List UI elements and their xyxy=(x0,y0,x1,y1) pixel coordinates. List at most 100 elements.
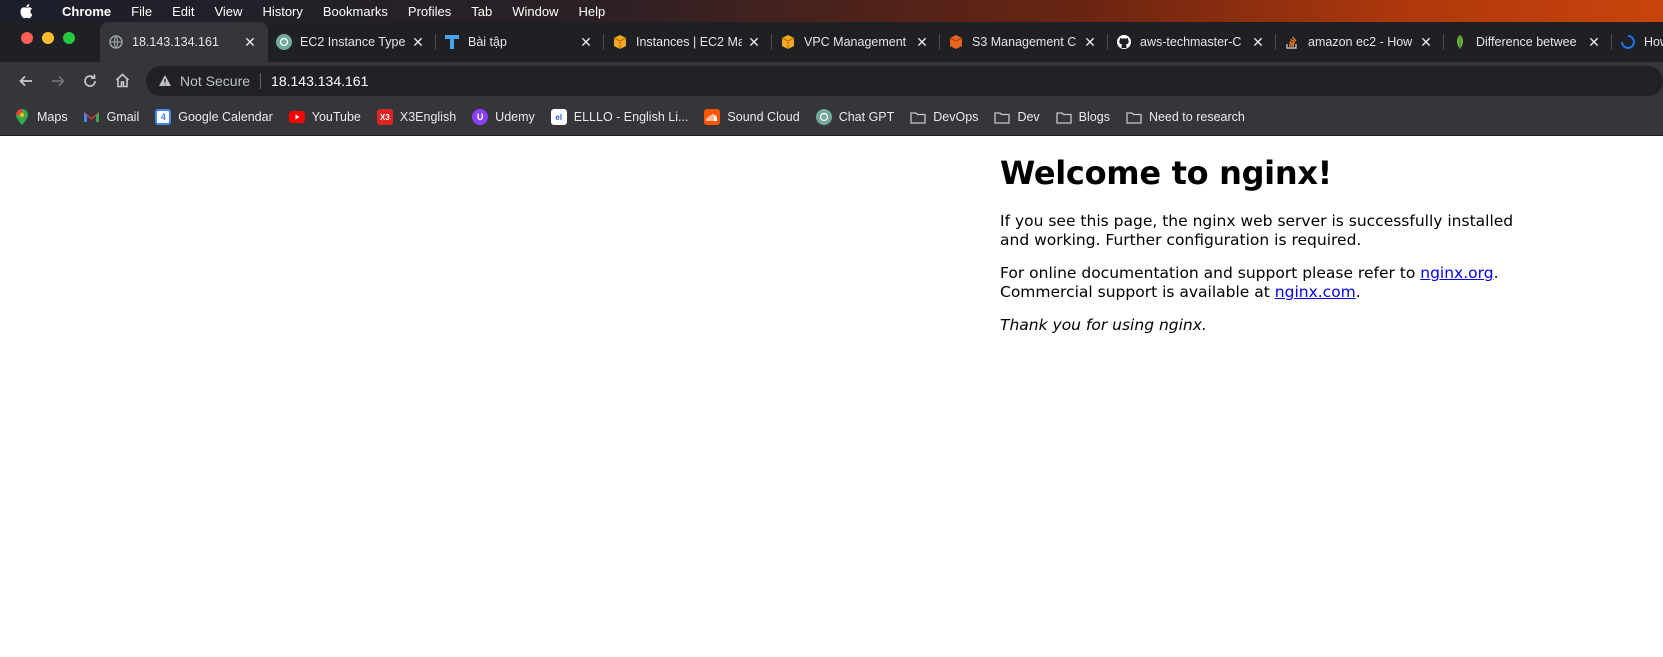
bookmarks-bar: Maps Gmail 4 Google Calendar YouTube X3 … xyxy=(0,99,1663,136)
commercial-text: Commercial support is available at xyxy=(1000,283,1275,301)
close-icon[interactable]: ✕ xyxy=(242,34,258,51)
punctuation: . xyxy=(1355,283,1361,301)
close-icon[interactable]: ✕ xyxy=(746,34,762,51)
menu-help[interactable]: Help xyxy=(569,4,616,19)
warning-icon[interactable] xyxy=(158,74,172,87)
close-icon[interactable]: ✕ xyxy=(1082,34,1098,51)
tab-difference[interactable]: Difference betwee ✕ xyxy=(1444,22,1612,62)
gmail-icon xyxy=(84,109,100,125)
page-content: Welcome to nginx! If you see this page, … xyxy=(0,136,1663,657)
bookmark-elllo[interactable]: el ELLLO - English Li... xyxy=(550,109,689,125)
tab-ec2-instance-types[interactable]: EC2 Instance Types ✕ xyxy=(268,22,436,62)
menu-app-chrome[interactable]: Chrome xyxy=(52,4,121,19)
nginx-org-link[interactable]: nginx.org xyxy=(1420,264,1493,282)
url-text[interactable]: 18.143.134.161 xyxy=(271,73,368,89)
close-window-button[interactable] xyxy=(21,32,33,44)
menu-edit[interactable]: Edit xyxy=(162,4,204,19)
tab-stackoverflow[interactable]: amazon ec2 - How ✕ xyxy=(1276,22,1444,62)
menu-history[interactable]: History xyxy=(252,4,312,19)
menu-tab[interactable]: Tab xyxy=(461,4,502,19)
support-paragraph: For online documentation and support ple… xyxy=(1000,264,1520,302)
github-icon xyxy=(1116,34,1132,50)
close-icon[interactable]: ✕ xyxy=(1418,34,1434,51)
bookmark-label: X3English xyxy=(399,110,457,124)
tab-strip: 18.143.134.161 ✕ EC2 Instance Types ✕ Bà… xyxy=(0,22,1663,62)
tab-bai-tap[interactable]: Bài tập ✕ xyxy=(436,22,604,62)
bookmark-chatgpt[interactable]: Chat GPT xyxy=(815,109,895,125)
bookmark-folder-dev[interactable]: Dev xyxy=(994,109,1040,125)
leaf-icon xyxy=(1452,34,1468,50)
bookmark-folder-need-to-research[interactable]: Need to research xyxy=(1126,109,1245,125)
security-status[interactable]: Not Secure xyxy=(180,73,250,89)
tab-nginx[interactable]: 18.143.134.161 ✕ xyxy=(100,22,268,62)
elllo-icon: el xyxy=(550,109,567,125)
menu-view[interactable]: View xyxy=(204,4,252,19)
stackoverflow-icon xyxy=(1284,34,1300,50)
menu-window[interactable]: Window xyxy=(502,4,568,19)
tab-vpc-management[interactable]: VPC Management ✕ xyxy=(772,22,940,62)
youtube-icon xyxy=(288,109,305,125)
tab-title: EC2 Instance Types xyxy=(300,35,406,49)
menu-profiles[interactable]: Profiles xyxy=(398,4,461,19)
menu-bookmarks[interactable]: Bookmarks xyxy=(313,4,398,19)
divider xyxy=(260,72,262,89)
aws-box-icon xyxy=(612,34,628,50)
bookmark-folder-blogs[interactable]: Blogs xyxy=(1056,109,1110,125)
maps-icon xyxy=(14,109,30,125)
install-message: If you see this page, the nginx web serv… xyxy=(1000,212,1514,249)
menu-file[interactable]: File xyxy=(121,4,162,19)
bookmark-label: Chat GPT xyxy=(838,110,895,124)
chatgpt-icon xyxy=(815,109,832,125)
trello-icon xyxy=(444,34,460,50)
folder-icon xyxy=(994,109,1011,125)
close-icon[interactable]: ✕ xyxy=(1586,34,1602,51)
tab-title: 18.143.134.161 xyxy=(132,35,219,49)
bookmark-soundcloud[interactable]: Sound Cloud xyxy=(704,109,800,125)
bookmark-gmail[interactable]: Gmail xyxy=(84,109,139,125)
tab-title: amazon ec2 - How xyxy=(1308,35,1413,49)
tab-title: Difference betwee xyxy=(1476,35,1577,49)
nginx-com-link[interactable]: nginx.com xyxy=(1275,283,1356,301)
bookmark-google-calendar[interactable]: 4 Google Calendar xyxy=(155,109,273,125)
page-title: Welcome to nginx! xyxy=(1000,154,1332,192)
support-text: For online documentation and support ple… xyxy=(1000,264,1421,282)
window-controls xyxy=(0,32,100,62)
tab-s3-management[interactable]: S3 Management C ✕ xyxy=(940,22,1108,62)
fullscreen-window-button[interactable] xyxy=(63,32,75,44)
thanks-message: Thank you for using nginx. xyxy=(1000,316,1520,335)
close-icon[interactable]: ✕ xyxy=(578,34,594,51)
chatgpt-icon xyxy=(276,34,292,50)
bookmark-label: Sound Cloud xyxy=(727,110,800,124)
globe-icon xyxy=(108,34,124,50)
close-icon[interactable]: ✕ xyxy=(914,34,930,51)
bookmark-udemy[interactable]: U Udemy xyxy=(472,109,535,125)
reload-button[interactable] xyxy=(74,66,106,96)
home-button[interactable] xyxy=(106,66,138,96)
bookmark-label: Blogs xyxy=(1078,110,1110,124)
apple-icon[interactable] xyxy=(0,3,52,19)
folder-icon xyxy=(910,109,926,125)
bookmark-youtube[interactable]: YouTube xyxy=(288,109,361,125)
close-icon[interactable]: ✕ xyxy=(1250,34,1266,51)
minimize-window-button[interactable] xyxy=(42,32,54,44)
tab-instances-ec2[interactable]: Instances | EC2 Ma ✕ xyxy=(604,22,772,62)
address-bar[interactable]: Not Secure 18.143.134.161 xyxy=(146,65,1663,96)
forward-button[interactable] xyxy=(42,66,74,96)
udemy-icon: U xyxy=(472,109,489,125)
bookmark-label: ELLLO - English Li... xyxy=(573,110,689,124)
tab-title: Bài tập xyxy=(468,35,507,49)
bookmark-maps[interactable]: Maps xyxy=(14,109,68,125)
arrow-left-icon xyxy=(19,75,32,86)
tab-title: Instances | EC2 Ma xyxy=(636,35,742,49)
browser-toolbar: Not Secure 18.143.134.161 xyxy=(0,62,1663,99)
bookmark-label: YouTube xyxy=(311,110,361,124)
tab-how[interactable]: How xyxy=(1612,22,1663,62)
close-icon[interactable]: ✕ xyxy=(410,34,426,51)
tab-github[interactable]: aws-techmaster-C ✕ xyxy=(1108,22,1276,62)
nginx-welcome: Welcome to nginx! If you see this page, … xyxy=(1000,154,1520,349)
tab-title: VPC Management xyxy=(804,35,907,49)
bookmark-x3english[interactable]: X3 X3English xyxy=(376,109,457,125)
bookmark-folder-devops[interactable]: DevOps xyxy=(910,109,978,125)
back-button[interactable] xyxy=(10,66,42,96)
bookmark-label: Need to research xyxy=(1148,110,1245,124)
